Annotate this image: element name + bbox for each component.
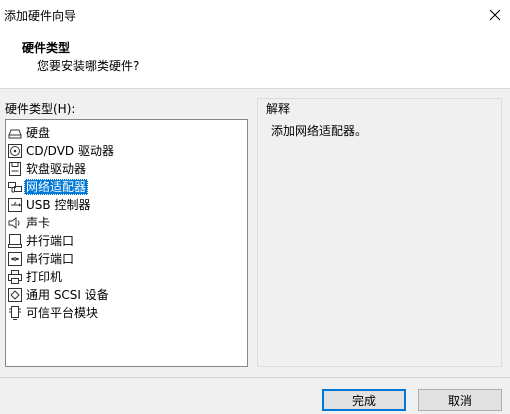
floppy-icon — [9, 161, 21, 176]
list-item-floppy[interactable]: 软盘驱动器 — [8, 160, 88, 177]
page-subtitle: 您要安装哪类硬件? — [37, 59, 140, 73]
list-item-label: 通用 SCSI 设备 — [26, 287, 109, 302]
parallel-port-icon — [8, 233, 22, 248]
description-text: 添加网络适配器。 — [271, 124, 368, 138]
cd-dvd-icon — [8, 143, 22, 158]
list-item-usb[interactable]: USB 控制器 — [8, 196, 92, 213]
list-item-hard-disk[interactable]: 硬盘 — [8, 124, 52, 141]
hardware-type-list[interactable]: 硬盘 CD/DVD 驱动器 软盘驱动器 网络适配器 USB 控制器 声卡 并行端… — [5, 119, 248, 367]
finish-button[interactable]: 完成 — [322, 389, 406, 411]
description-title: 解释 — [266, 102, 291, 116]
list-item-label: 软盘驱动器 — [26, 161, 87, 176]
list-item-printer[interactable]: 打印机 — [8, 268, 64, 285]
list-item-label: 声卡 — [26, 215, 51, 230]
list-item-tpm[interactable]: 可信平台模块 — [8, 304, 100, 321]
list-item-label: 并行端口 — [26, 233, 75, 248]
list-item-serial-port[interactable]: 串行端口 — [8, 250, 76, 267]
list-item-cd-dvd[interactable]: CD/DVD 驱动器 — [8, 142, 116, 159]
window-title: 添加硬件向导 — [4, 9, 77, 23]
footer-divider — [0, 377, 510, 378]
page-title: 硬件类型 — [22, 41, 71, 55]
wizard-header: 硬件类型 您要安装哪类硬件? — [0, 30, 510, 89]
list-item-label: CD/DVD 驱动器 — [26, 143, 114, 158]
list-item-parallel-port[interactable]: 并行端口 — [8, 232, 76, 249]
network-adapter-icon — [8, 181, 22, 192]
title-bar: 添加硬件向导 — [0, 0, 510, 30]
cancel-button[interactable]: 取消 — [418, 389, 502, 411]
list-item-label: 串行端口 — [26, 251, 75, 266]
list-item-label: 网络适配器 — [24, 178, 89, 195]
tpm-icon — [9, 305, 21, 320]
list-item-label: 硬盘 — [26, 125, 51, 140]
scsi-icon — [8, 287, 22, 302]
close-button[interactable] — [480, 0, 510, 30]
speaker-icon — [8, 216, 20, 229]
usb-icon — [8, 197, 22, 212]
list-item-label: 打印机 — [26, 269, 63, 284]
printer-icon — [8, 269, 22, 284]
list-item-sound-card[interactable]: 声卡 — [8, 214, 52, 231]
list-item-scsi[interactable]: 通用 SCSI 设备 — [8, 286, 111, 303]
hard-disk-icon — [8, 129, 22, 138]
serial-port-icon — [8, 251, 22, 266]
list-item-label: 可信平台模块 — [26, 305, 99, 320]
close-icon — [489, 9, 501, 21]
hardware-type-label: 硬件类型(H): — [5, 102, 76, 116]
list-item-network-adapter[interactable]: 网络适配器 — [8, 178, 89, 195]
list-item-label: USB 控制器 — [26, 197, 91, 212]
